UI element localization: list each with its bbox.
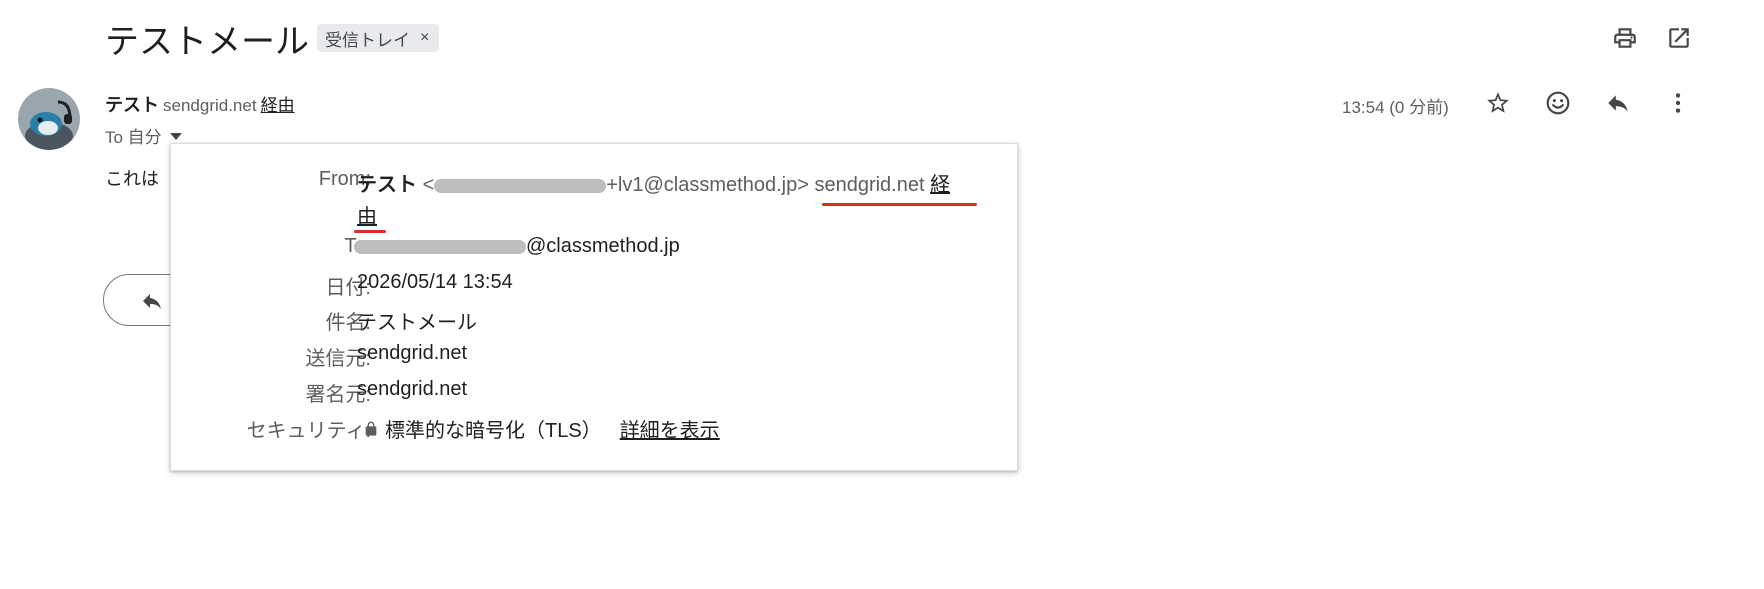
date-label: 日付: bbox=[325, 277, 371, 299]
to-line-text: To 自分 bbox=[105, 128, 162, 147]
message-time: 13:54 (0 分前) bbox=[1342, 98, 1449, 117]
label-text: 受信トレイ bbox=[325, 30, 410, 50]
from-name: テスト bbox=[357, 174, 417, 196]
chevron-down-icon bbox=[169, 133, 182, 140]
inbox-label-chip[interactable]: 受信トレイ × bbox=[317, 24, 440, 52]
open-in-new-window-icon[interactable] bbox=[1659, 18, 1699, 58]
remove-label-icon[interactable]: × bbox=[420, 29, 429, 47]
via-domain: sendgrid.net bbox=[163, 96, 257, 115]
signed-by-label: 署名元: bbox=[305, 384, 371, 406]
security-text: 標準的な暗号化（TLS） bbox=[385, 420, 602, 442]
to-value: @classmethod.jp bbox=[354, 235, 680, 258]
sender-line: テスト sendgrid.net 経由 bbox=[105, 91, 295, 117]
avatar[interactable] bbox=[18, 88, 80, 150]
print-icon[interactable] bbox=[1605, 18, 1645, 58]
reply-icon bbox=[143, 294, 161, 309]
lock-icon bbox=[365, 421, 377, 436]
from-label: From: bbox=[318, 168, 371, 190]
from-addr-open: < bbox=[422, 174, 435, 196]
from-via-link-2[interactable]: 由 bbox=[357, 200, 377, 229]
to-addr-tail: @classmethod.jp bbox=[526, 235, 680, 257]
redacted-address bbox=[434, 178, 607, 193]
via-link[interactable]: 経由 bbox=[261, 96, 295, 115]
sender-name: テスト bbox=[105, 95, 159, 115]
annotation-underline bbox=[354, 230, 386, 233]
to-label: To: bbox=[171, 235, 371, 258]
more-options-icon[interactable] bbox=[1658, 83, 1698, 123]
redacted-address bbox=[354, 239, 526, 254]
reply-icon[interactable] bbox=[1598, 83, 1638, 123]
email-subject: テストメール bbox=[105, 23, 309, 61]
subject-label: 件名: bbox=[325, 312, 371, 334]
emoji-reaction-icon[interactable] bbox=[1538, 83, 1578, 123]
security-details-link[interactable]: 詳細を表示 bbox=[620, 414, 720, 443]
signed-by-value: sendgrid.net bbox=[357, 378, 468, 400]
message-body: これは bbox=[105, 169, 159, 189]
from-via-domain: sendgrid.net bbox=[814, 174, 925, 196]
from-via-link-1[interactable]: 経 bbox=[930, 174, 950, 196]
from-addr-tail: +lv1@classmethod.jp> bbox=[606, 174, 809, 196]
message-details-popup: From: テスト < +lv1@classmethod.jp> sendgrid… bbox=[170, 143, 1018, 471]
subject-value: テストメール bbox=[357, 312, 477, 334]
from-value: テスト < +lv1@classmethod.jp> sendgrid.net 経 bbox=[357, 168, 950, 197]
mailed-by-value: sendgrid.net bbox=[357, 342, 468, 364]
security-value: 標準的な暗号化（TLS） 詳細を表示 bbox=[363, 414, 720, 443]
date-value: 2026/05/14 13:54 bbox=[357, 271, 513, 293]
star-icon[interactable] bbox=[1478, 83, 1518, 123]
mailed-by-label: 送信元: bbox=[305, 348, 371, 370]
annotation-underline bbox=[822, 203, 977, 206]
security-label: セキュリティ: bbox=[246, 420, 371, 442]
